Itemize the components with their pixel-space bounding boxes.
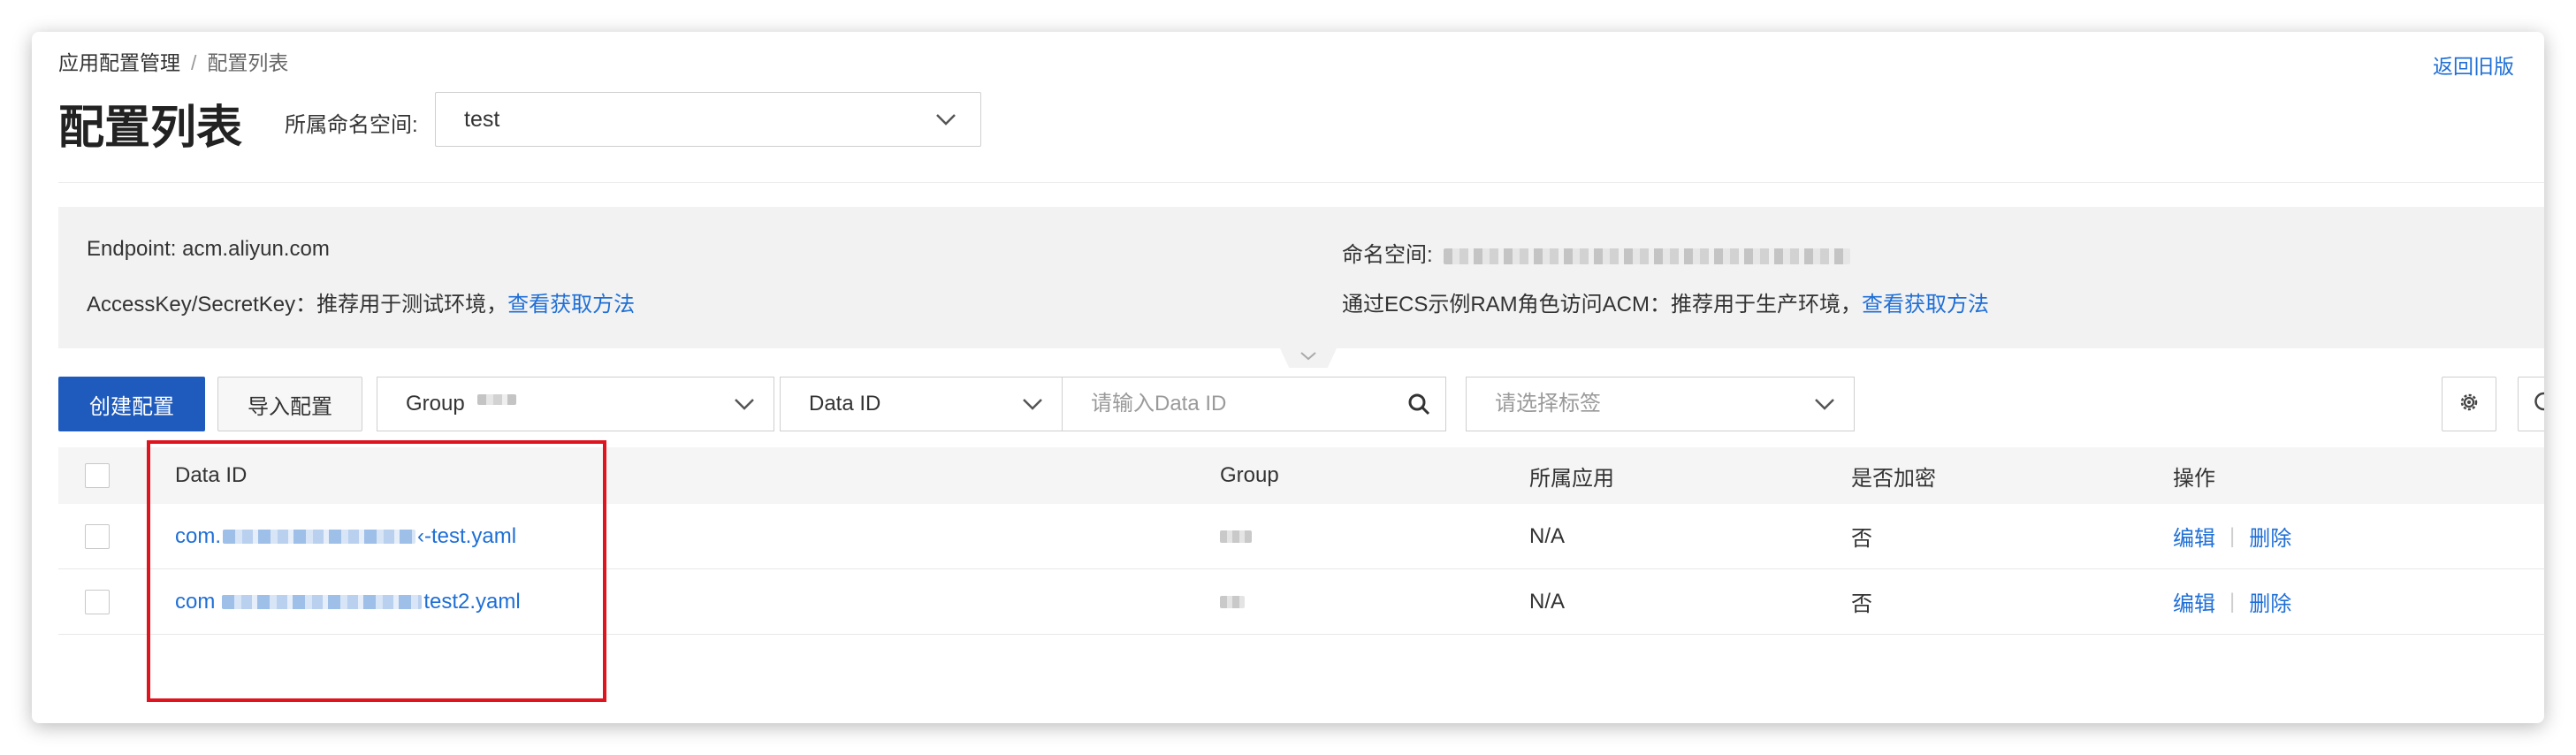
namespace-label: 所属命名空间: <box>285 113 418 137</box>
search-icon[interactable] <box>1406 378 1431 451</box>
app-cell: N/A <box>1529 523 1566 548</box>
namespace-id-redacted <box>1444 248 1851 264</box>
header-divider <box>58 182 2544 183</box>
page-title: 配置列表 <box>58 103 243 154</box>
ecs-text: 通过ECS示例RAM角色访问ACM：推荐用于生产环境， <box>1342 293 1863 316</box>
actions-cell: 编辑 | 删除 <box>2173 569 2291 634</box>
dataid-search-input[interactable]: 请输入Data ID <box>1063 377 1446 431</box>
accesskey-line: AccessKey/SecretKey：推荐用于测试环境，查看获取方法 <box>87 286 635 317</box>
highlight-annotation-box <box>147 440 606 702</box>
breadcrumb-parent[interactable]: 应用配置管理 <box>58 51 180 74</box>
row-checkbox[interactable] <box>85 523 110 549</box>
group-select[interactable]: Group <box>377 377 774 431</box>
group-value-redacted <box>1220 530 1252 543</box>
connection-info-panel: Endpoint: acm.aliyun.com AccessKey/Secre… <box>58 207 2544 348</box>
action-divider: | <box>2229 589 2236 614</box>
accesskey-help-link[interactable]: 查看获取方法 <box>507 293 635 316</box>
endpoint-value: acm.aliyun.com <box>182 237 330 261</box>
app-cell: N/A <box>1529 589 1566 614</box>
namespace-id-line: 命名空间: <box>1342 237 1851 268</box>
import-config-button[interactable]: 导入配置 <box>217 377 362 431</box>
breadcrumb: 应用配置管理 / 配置列表 <box>58 46 288 76</box>
collapse-panel-toggle[interactable] <box>1280 348 1337 368</box>
accesskey-text: AccessKey/SecretKey：推荐用于测试环境， <box>87 293 508 316</box>
encrypted-cell: 否 <box>1851 592 1872 616</box>
namespace-value: test <box>464 107 500 132</box>
ecs-help-link[interactable]: 查看获取方法 <box>1862 293 1989 316</box>
chevron-down-icon <box>733 378 756 451</box>
row-checkbox[interactable] <box>85 589 110 614</box>
config-list-page: 应用配置管理 / 配置列表 返回旧版 配置列表 所属命名空间: test Endpo… <box>32 32 2544 723</box>
settings-button[interactable] <box>2442 377 2496 431</box>
chevron-down-icon <box>1299 350 1318 367</box>
tag-select-placeholder: 请选择标签 <box>1495 392 1601 416</box>
encrypted-cell: 否 <box>1851 527 1872 551</box>
chevron-down-icon <box>1021 378 1044 451</box>
endpoint-line: Endpoint: acm.aliyun.com <box>87 237 330 262</box>
namespace-id-label: 命名空间: <box>1342 243 1433 267</box>
chevron-down-icon <box>1813 378 1836 451</box>
tag-select[interactable]: 请选择标签 <box>1466 377 1855 431</box>
group-select-label: Group <box>406 392 465 416</box>
column-header-group[interactable]: Group <box>1220 447 1279 504</box>
delete-link[interactable]: 删除 <box>2249 586 2291 617</box>
column-header-app: 所属应用 <box>1529 466 1614 491</box>
column-header-actions: 操作 <box>2173 466 2215 491</box>
back-to-old-version-link[interactable]: 返回旧版 <box>2433 50 2514 80</box>
action-divider: | <box>2229 523 2236 548</box>
delete-link[interactable]: 删除 <box>2249 521 2291 552</box>
dataid-search-placeholder: 请输入Data ID <box>1091 392 1227 416</box>
actions-cell: 编辑 | 删除 <box>2173 504 2291 568</box>
group-value-redacted <box>1220 595 1245 608</box>
search-type-value: Data ID <box>809 392 881 416</box>
endpoint-label: Endpoint: <box>87 237 177 261</box>
group-value-redacted <box>477 394 517 405</box>
ecs-line: 通过ECS示例RAM角色访问ACM：推荐用于生产环境，查看获取方法 <box>1342 286 1989 317</box>
edit-link[interactable]: 编辑 <box>2173 521 2215 552</box>
refresh-button[interactable] <box>2518 377 2544 431</box>
create-config-button[interactable]: 创建配置 <box>58 377 205 431</box>
edit-link[interactable]: 编辑 <box>2173 586 2215 617</box>
column-header-encrypted: 是否加密 <box>1851 466 1936 491</box>
breadcrumb-current: 配置列表 <box>207 51 289 74</box>
group-cell <box>1220 504 1252 568</box>
namespace-select[interactable]: test <box>435 92 981 147</box>
chevron-down-icon <box>934 93 957 165</box>
search-type-select[interactable]: Data ID <box>780 377 1063 431</box>
group-cell <box>1220 569 1245 634</box>
refresh-icon <box>2533 391 2544 418</box>
breadcrumb-separator: / <box>191 51 197 74</box>
gear-icon <box>2458 391 2481 418</box>
select-all-checkbox[interactable] <box>85 463 110 488</box>
